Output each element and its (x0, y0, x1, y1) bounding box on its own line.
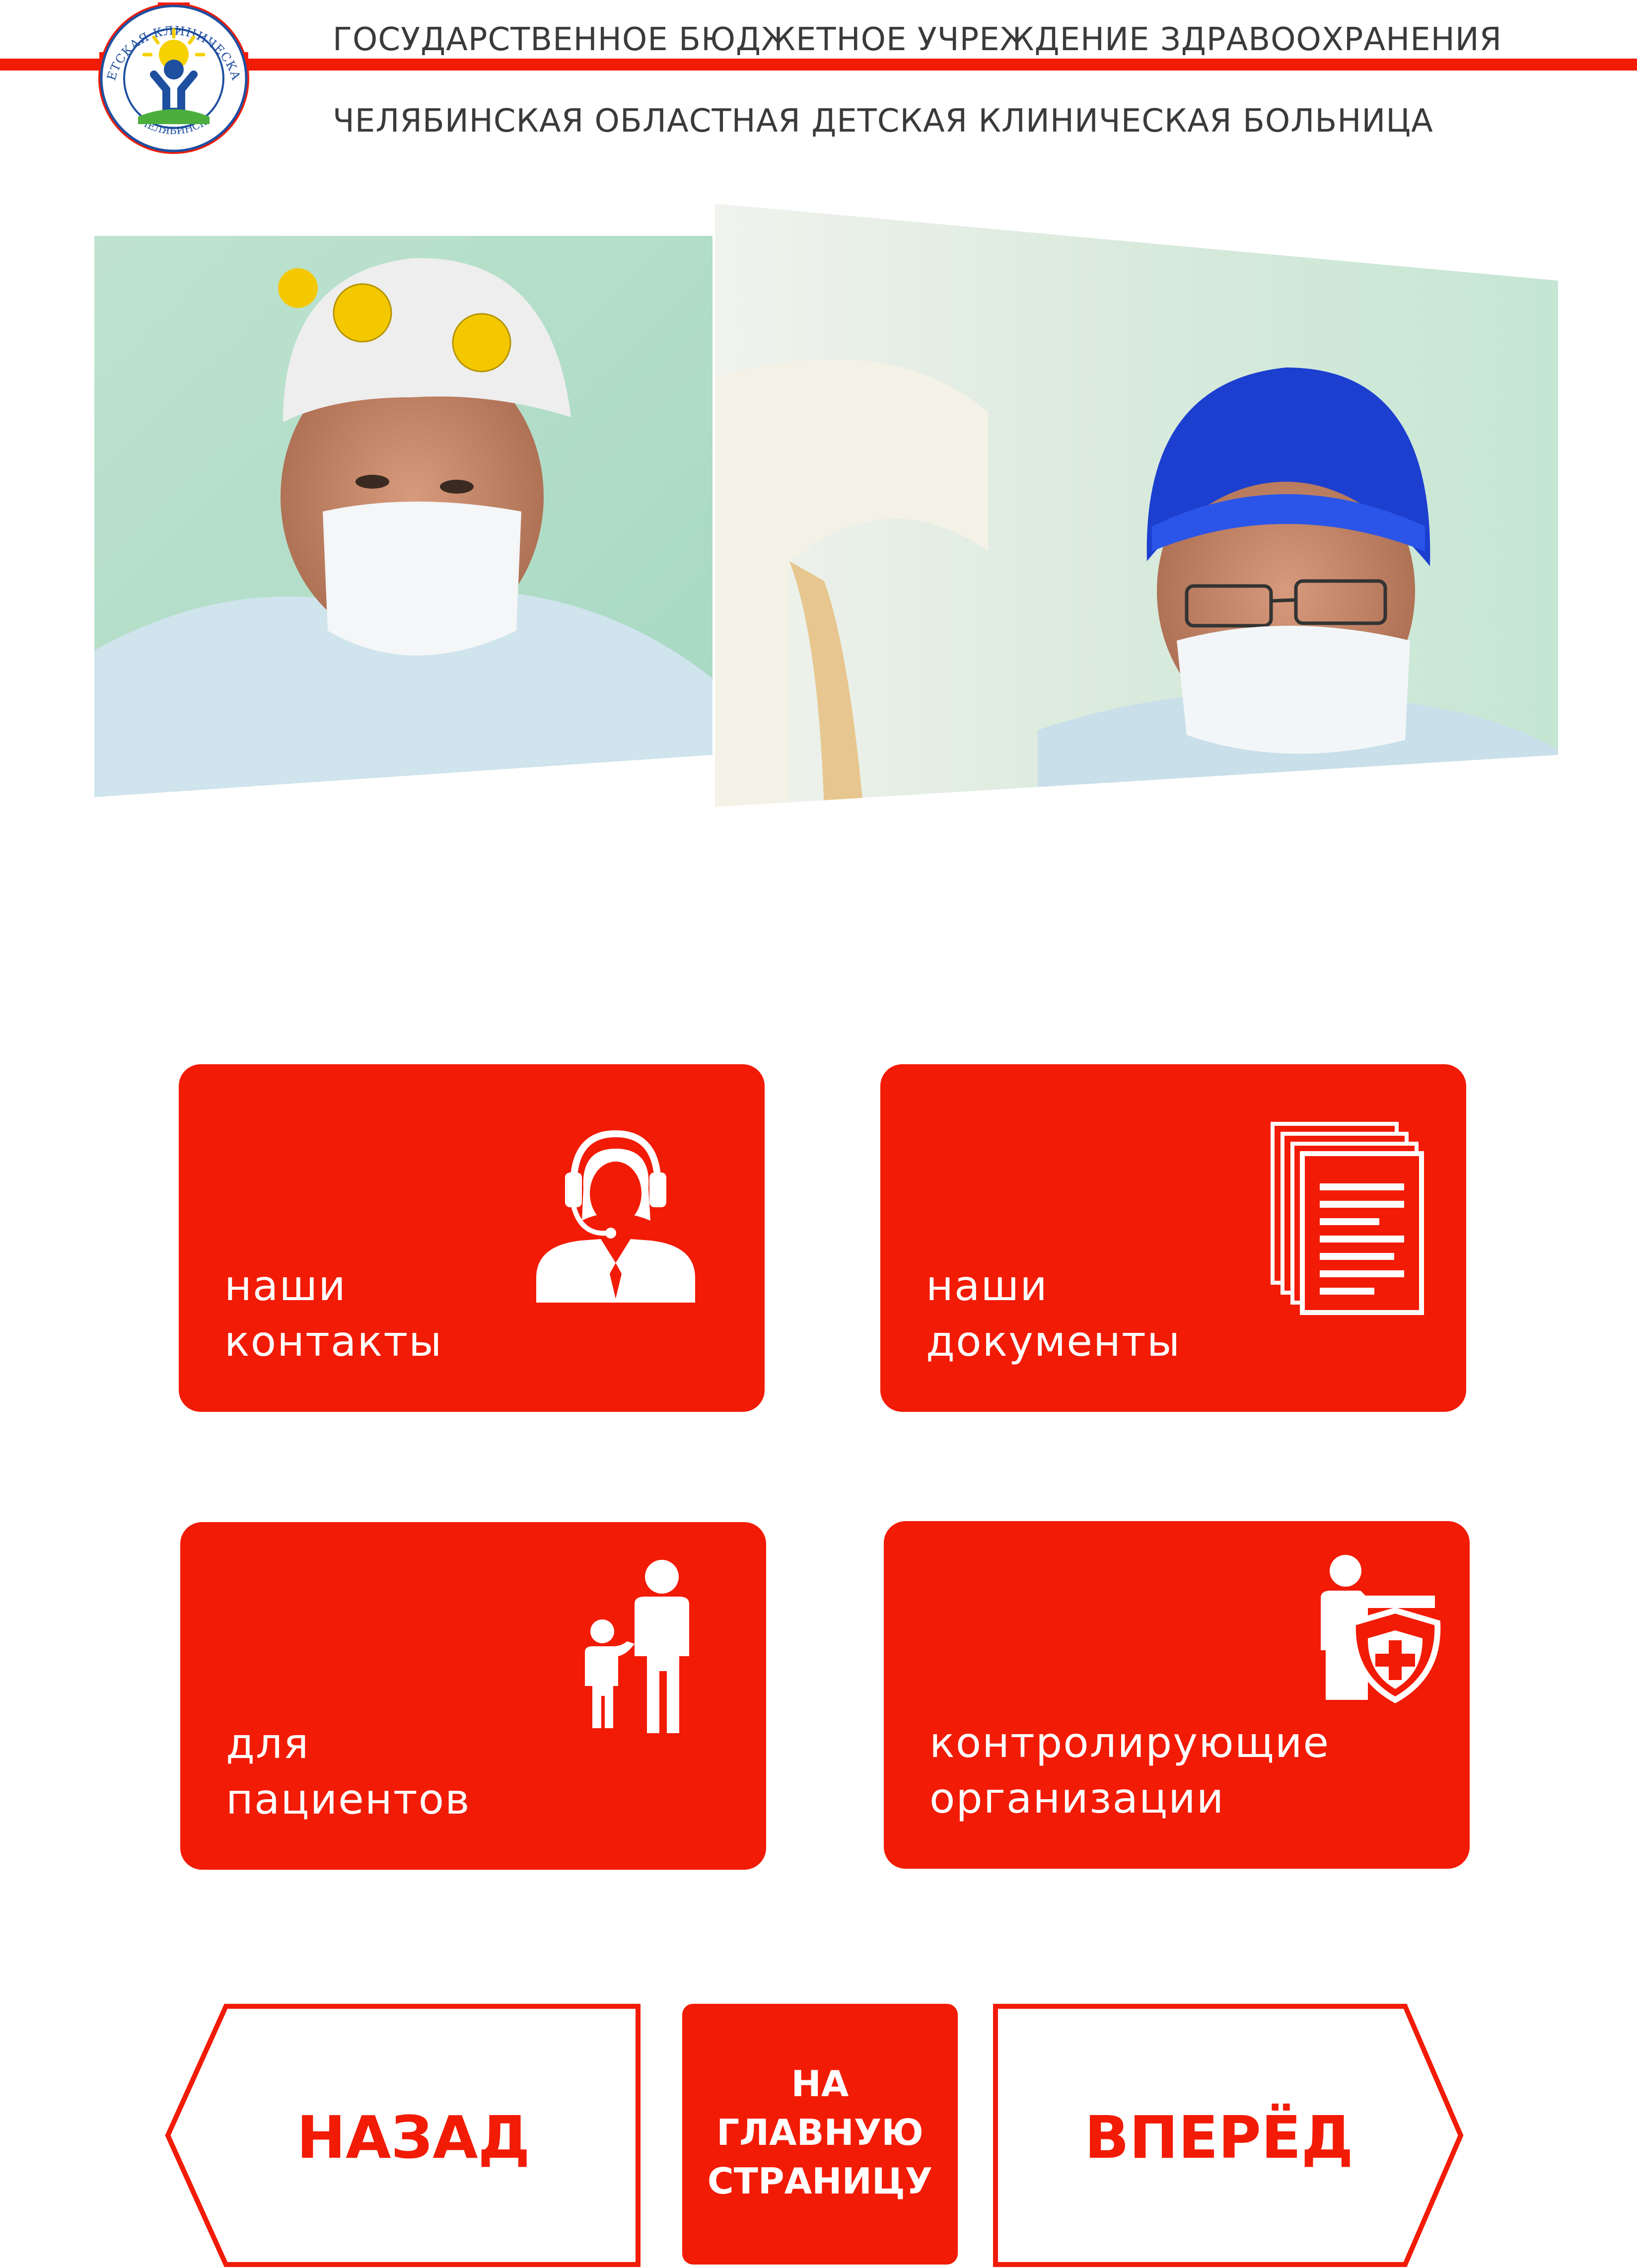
back-label: НАЗАД (296, 2103, 530, 2172)
tile-supervisory-organizations[interactable]: контролирующие организации (884, 1521, 1470, 1869)
forward-label: ВПЕРЁД (1084, 2103, 1353, 2172)
header-org-name: ЧЕЛЯБИНСКАЯ ОБЛАСТНАЯ ДЕТСКАЯ КЛИНИЧЕСКА… (333, 103, 1433, 140)
doctor-photo-right (715, 204, 1558, 807)
tile-for-patients[interactable]: для пациентов (180, 1522, 766, 1870)
tile-label: для пациентов (226, 1719, 471, 1824)
forward-button[interactable]: ВПЕРЁД (993, 2004, 1465, 2267)
tile-label: контролирующие организации (929, 1718, 1330, 1823)
hospital-logo: ДЕТСКАЯ КЛИНИЧЕСКАЯ ЧЕЛЯБИНСК (74, 0, 268, 164)
home-button[interactable]: НА ГЛАВНУЮ СТРАНИЦУ (682, 2004, 958, 2265)
doctors-photo-collage (94, 204, 1564, 814)
header-org-type: ГОСУДАРСТВЕННОЕ БЮДЖЕТНОЕ УЧРЕЖДЕНИЕ ЗДР… (333, 21, 1502, 58)
back-button[interactable]: НАЗАД (164, 2004, 643, 2267)
tile-our-documents[interactable]: наши документы (880, 1064, 1466, 1412)
tile-our-contacts[interactable]: наши контакты (179, 1064, 765, 1412)
documents-stack-icon (1268, 1119, 1426, 1319)
surgeon-photo-left (94, 236, 712, 797)
tile-label: наши контакты (224, 1261, 443, 1366)
tile-label: наши документы (926, 1261, 1181, 1366)
inspector-shield-icon (1311, 1551, 1450, 1707)
parent-child-icon (577, 1557, 707, 1738)
headset-operator-icon (526, 1114, 705, 1305)
home-label: НА ГЛАВНУЮ СТРАНИЦУ (707, 2063, 933, 2202)
